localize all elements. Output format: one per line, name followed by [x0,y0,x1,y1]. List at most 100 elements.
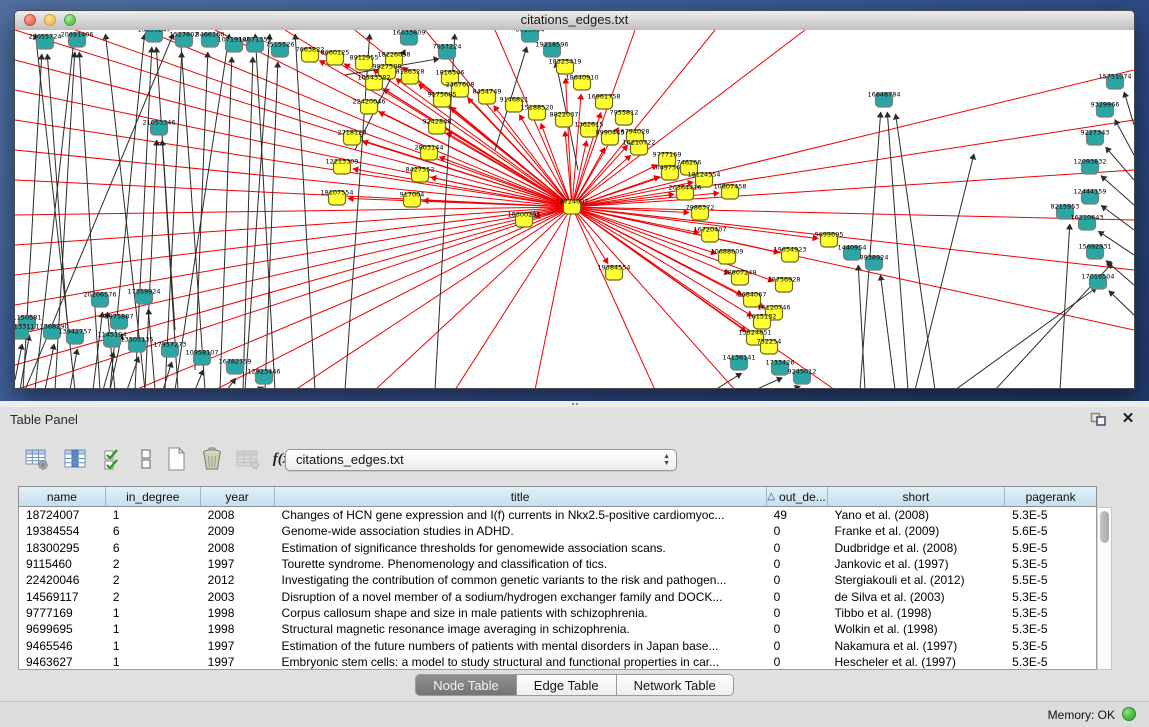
table-cell: 0 [767,655,828,669]
memory-status-indicator[interactable] [1122,707,1136,721]
svg-text:8813054: 8813054 [516,30,545,34]
table-cell: 5.9E-5 [1005,541,1096,555]
svg-text:8938924: 8938924 [860,254,889,262]
table-cell: 18724007 [19,508,106,522]
table-row[interactable]: 969969511998Structural magnetic resonanc… [19,621,1096,637]
svg-text:16782759: 16782759 [218,358,251,366]
delete-table-icon[interactable] [197,444,227,474]
table-cell: 9465546 [19,639,106,653]
table-row[interactable]: 2242004622012Investigating the contribut… [19,572,1096,588]
svg-text:14136141: 14136141 [722,354,755,362]
new-table-icon[interactable] [161,444,191,474]
column-header-short[interactable]: short [828,487,1006,506]
svg-text:8454749: 8454749 [473,88,502,96]
table-cell: 5.3E-5 [1005,508,1096,522]
svg-text:9175685: 9175685 [428,91,457,99]
column-header-pagerank[interactable]: pagerank [1005,487,1096,506]
svg-text:16033809: 16033809 [392,30,425,37]
cited-node[interactable]: 752254 [757,338,782,355]
column-header-year[interactable]: year [201,487,275,506]
table-cell: Investigating the contribution of common… [275,573,767,587]
attribute-table: namein_degreeyeartitle△out_de...shortpag… [18,486,1112,670]
table-row[interactable]: 977716911998Corpus callosum shape and si… [19,605,1096,621]
svg-text:20691406: 20691406 [60,31,93,39]
table-row[interactable]: 1830029562008Estimation of significance … [19,540,1096,556]
network-table-selector[interactable]: citations_edges.txt ▲▼ [285,449,677,471]
svg-text:17016504: 17016504 [1081,273,1114,281]
tab-network-table[interactable]: Network Table [617,674,734,696]
table-cell: 1 [106,606,201,620]
table-cell: Genome-wide association studies in ADHD. [275,524,767,538]
network-window-titlebar[interactable]: citations_edges.txt [15,11,1134,31]
tab-node-table[interactable]: Node Table [415,674,517,696]
svg-text:10958107: 10958107 [185,349,218,357]
table-cell: 49 [767,508,828,522]
table-row[interactable]: 1456911722003Disruption of a novel membe… [19,588,1096,604]
table-row[interactable]: 946554611997Estimation of the future num… [19,637,1096,653]
table-cell: 2008 [201,508,275,522]
svg-text:15751074: 15751074 [1098,73,1131,81]
column-header-name[interactable]: name [19,487,106,506]
svg-text:9699695: 9699695 [815,231,844,239]
table-body: 1872400712008Changes of HCN gene express… [18,507,1097,670]
table-cell: 14569117 [19,590,106,604]
table-cell: Structural magnetic resonance image aver… [275,622,767,636]
table-vertical-scrollbar[interactable] [1097,507,1112,670]
table-cell: 18300295 [19,541,106,555]
table-cell: 5.3E-5 [1005,590,1096,604]
svg-text:10807458: 10807458 [713,183,746,191]
table-cell: 19384554 [19,524,106,538]
svg-text:752254: 752254 [757,338,782,346]
svg-text:7955812: 7955812 [610,109,639,117]
scrollbar-thumb[interactable] [1100,511,1109,543]
svg-text:1362615: 1362615 [575,121,604,129]
column-header-in_degree[interactable]: in_degree [106,487,201,506]
table-cell: Stergiakouli et al. (2012) [828,573,1006,587]
tab-edge-table[interactable]: Edge Table [517,674,617,696]
svg-text:1733426: 1733426 [766,359,795,367]
table-cell: Estimation of the future numbers of pati… [275,639,767,653]
cited-node[interactable]: 917004 [400,191,425,208]
table-cell: 1997 [201,655,275,669]
divider-grip-icon [571,402,579,406]
table-row[interactable]: 946362711997Embryonic stem cells: a mode… [19,654,1096,670]
table-cell: Yano et al. (2008) [828,508,1006,522]
clear-selection-icon[interactable] [131,444,161,474]
table-cell: 0 [767,590,828,604]
select-rows-icon[interactable] [98,444,128,474]
table-row[interactable]: 1872400712008Changes of HCN gene express… [19,507,1096,523]
svg-text:9242848: 9242848 [423,118,452,126]
network-window[interactable]: citations_edges.txt 18724007766382286601… [14,10,1135,389]
svg-text:9146821: 9146821 [500,96,529,104]
svg-text:16648784: 16648784 [867,91,900,99]
table-cell: 2 [106,590,201,604]
svg-text:20364416: 20364416 [668,184,701,192]
svg-text:9975887: 9975887 [105,313,134,321]
svg-text:18640910: 18640910 [565,74,598,82]
table-panel-header: Table Panel ✕ [0,407,1149,434]
close-panel-icon[interactable]: ✕ [1119,411,1137,427]
table-cell: 0 [767,622,828,636]
table-settings-icon[interactable] [22,444,52,474]
svg-text:18325419: 18325419 [548,58,581,66]
selector-stepper-icon: ▲▼ [663,450,670,470]
table-row[interactable]: 911546021997Tourette syndrome. Phenomeno… [19,556,1096,572]
network-window-title: citations_edges.txt [15,11,1134,29]
table-cell: 1 [106,508,201,522]
svg-text:18724007: 18724007 [555,198,588,206]
table-row[interactable]: 1938455462009Genome-wide association stu… [19,523,1096,539]
table-cell: 1998 [201,606,275,620]
citation-network-graph[interactable]: 1872400776638228660125891295518226058982… [15,30,1134,388]
svg-text:16120746: 16120746 [757,304,790,312]
table-cell: Tourette syndrome. Phenomenology and cla… [275,557,767,571]
svg-text:746266: 746266 [677,159,702,167]
column-header-title[interactable]: title [275,487,767,506]
select-column-icon[interactable] [60,444,90,474]
svg-text:8186328: 8186328 [396,68,425,76]
column-header-out_de[interactable]: △out_de... [767,487,828,506]
network-canvas[interactable]: 1872400776638228660125891295518226058982… [15,30,1134,388]
svg-text:15524851: 15524851 [738,329,771,337]
svg-text:19756928: 19756928 [767,276,800,284]
float-panel-icon[interactable] [1089,411,1107,427]
svg-text:2684067: 2684067 [738,291,767,299]
